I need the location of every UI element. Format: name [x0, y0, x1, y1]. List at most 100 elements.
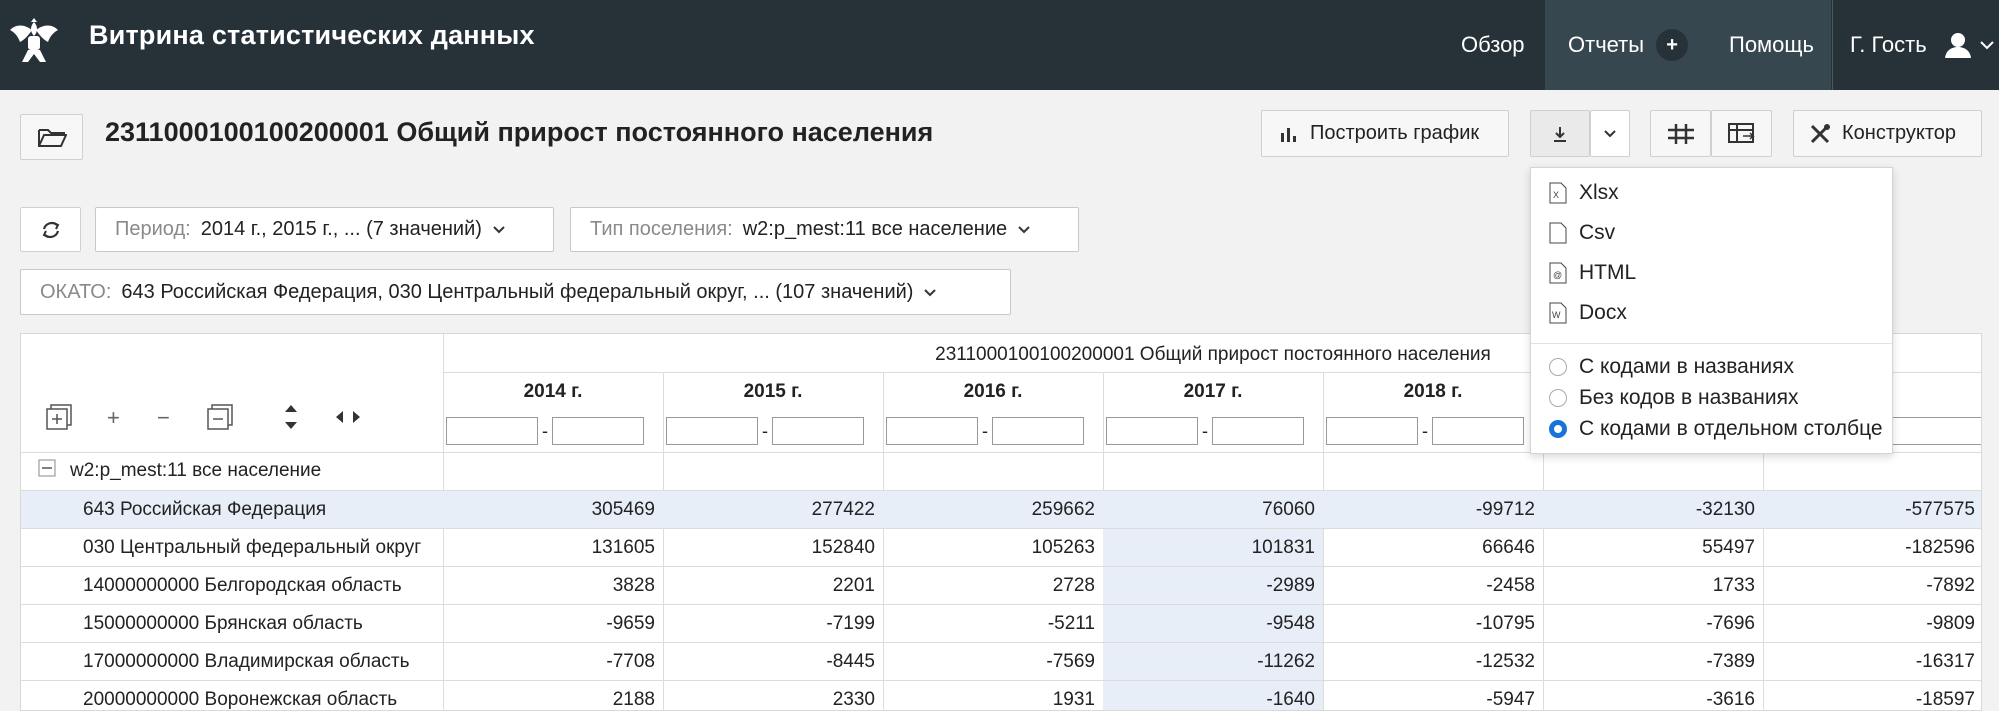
table-cell[interactable]: 2330 [663, 689, 875, 710]
table-cell[interactable]: -2458 [1323, 575, 1535, 597]
option-no-codes[interactable]: Без кодов в названиях [1549, 386, 1799, 410]
range-from-input[interactable] [1106, 417, 1198, 445]
sort-horizontal-icon[interactable] [333, 409, 363, 425]
table-cell[interactable]: 2201 [663, 575, 875, 597]
settlement-type-filter[interactable]: Тип поселения: w2:p_mest:11 все населени… [570, 207, 1079, 252]
table-cell[interactable]: 66646 [1323, 537, 1535, 559]
table-cell[interactable]: 1733 [1543, 575, 1755, 597]
period-filter[interactable]: Период: 2014 г., 2015 г., ... (7 значени… [95, 207, 554, 252]
table-cell[interactable]: -7696 [1543, 613, 1755, 635]
table-cell[interactable]: -18597 [1763, 689, 1975, 710]
range-to-input[interactable] [992, 417, 1084, 445]
table-cell[interactable]: 101831 [1103, 537, 1315, 559]
grid-settings-button[interactable] [1650, 110, 1711, 157]
export-docx-item[interactable]: W Docx [1549, 301, 1627, 325]
table-cell[interactable]: -7892 [1763, 575, 1975, 597]
refresh-button[interactable] [20, 207, 81, 252]
user-menu[interactable]: Г. Гость [1832, 0, 1999, 90]
option-codes-separate-column[interactable]: С кодами в отдельном столбце [1549, 417, 1883, 441]
table-cell[interactable]: -99712 [1323, 499, 1535, 521]
collapse-group-icon[interactable] [38, 459, 56, 477]
table-cell[interactable]: -7708 [443, 651, 655, 673]
table-cell[interactable]: -16317 [1763, 651, 1975, 673]
table-cell[interactable]: 259662 [883, 499, 1095, 521]
table-cell[interactable]: 76060 [1103, 499, 1315, 521]
table-cell[interactable]: -7569 [883, 651, 1095, 673]
collapse-all-icon[interactable] [207, 404, 233, 430]
table-cell[interactable]: 152840 [663, 537, 875, 559]
range-from-input[interactable] [1326, 417, 1418, 445]
range-to-input[interactable] [772, 417, 864, 445]
table-cell[interactable]: -5211 [883, 613, 1095, 635]
open-folder-button[interactable] [20, 114, 83, 160]
table-row[interactable]: 14000000000 Белгородская область 3828 2201… [21, 566, 1981, 605]
table-cell[interactable]: -7389 [1543, 651, 1755, 673]
export-csv-item[interactable]: Csv [1549, 221, 1615, 245]
table-cell[interactable]: -577575 [1763, 499, 1975, 521]
table-cell[interactable]: -11262 [1103, 651, 1315, 673]
table-cell[interactable]: 2188 [443, 689, 655, 710]
export-html-item[interactable]: @ HTML [1549, 261, 1636, 285]
table-cell[interactable]: 105263 [883, 537, 1095, 559]
nav-overview[interactable]: Обзор [1461, 0, 1525, 90]
top-navigation-bar: Витрина статистических данных Обзор Отче… [0, 0, 1999, 90]
range-to-input[interactable] [1212, 417, 1304, 445]
nav-help[interactable]: Помощь [1729, 0, 1814, 90]
option-codes-in-names[interactable]: С кодами в названиях [1549, 355, 1794, 379]
table-row[interactable]: 20000000000 Воронежская область 2188 2330 1… [21, 680, 1981, 710]
chevron-down-icon [1979, 41, 1994, 50]
export-xlsx-item[interactable]: X Xlsx [1549, 181, 1619, 205]
download-format-dropdown-button[interactable] [1590, 110, 1630, 157]
table-cell[interactable]: -9548 [1103, 613, 1315, 635]
build-chart-button[interactable]: Построить график [1261, 110, 1509, 157]
download-button[interactable] [1530, 110, 1590, 157]
transpose-button[interactable] [1711, 110, 1772, 157]
table-cell[interactable]: -8445 [663, 651, 875, 673]
range-from-input[interactable] [446, 417, 538, 445]
table-cell[interactable]: 2728 [883, 575, 1095, 597]
radio-no-codes[interactable] [1549, 389, 1567, 407]
table-cell[interactable]: -5947 [1323, 689, 1535, 710]
table-cell[interactable]: -7199 [663, 613, 875, 635]
radio-codes-in-names[interactable] [1549, 358, 1567, 376]
table-cell[interactable]: -12532 [1323, 651, 1535, 673]
range-to-input[interactable] [1432, 417, 1524, 445]
table-cell[interactable]: 277422 [663, 499, 875, 521]
range-from-input[interactable] [666, 417, 758, 445]
table-cell[interactable]: 1931 [883, 689, 1095, 710]
okato-filter-label: ОКАТО: [40, 280, 112, 303]
table-cell[interactable]: 55497 [1543, 537, 1755, 559]
range-to-input[interactable] [552, 417, 644, 445]
table-cell[interactable]: -182596 [1763, 537, 1975, 559]
table-row[interactable]: 643 Российская Федерация 305469 277422 2596… [21, 490, 1981, 529]
emblem-logo-icon[interactable] [6, 12, 62, 68]
collapse-level-button[interactable]: − [157, 405, 170, 431]
table-cell[interactable]: -9659 [443, 613, 655, 635]
page-title: 2311000100100200001 Общий прирост постоя… [105, 117, 934, 147]
table-cell[interactable]: 3828 [443, 575, 655, 597]
sort-vertical-icon[interactable] [283, 402, 299, 432]
table-cell[interactable]: 131605 [443, 537, 655, 559]
okato-filter[interactable]: ОКАТО: 643 Российская Федерация, 030 Цен… [20, 269, 1011, 315]
range-from-input[interactable] [886, 417, 978, 445]
download-icon [1554, 126, 1566, 142]
table-cell[interactable]: -2989 [1103, 575, 1315, 597]
table-cell[interactable]: -3616 [1543, 689, 1755, 710]
expand-all-icon[interactable] [46, 404, 72, 430]
row-name: 20000000000 Воронежская область [83, 689, 398, 710]
table-cell[interactable]: 305469 [443, 499, 655, 521]
table-cell[interactable]: -10795 [1323, 613, 1535, 635]
constructor-button[interactable]: Конструктор [1793, 110, 1982, 157]
add-report-button[interactable]: + [1656, 29, 1689, 61]
radio-codes-separate-column[interactable] [1549, 420, 1567, 438]
year-header: 2016 г. [963, 381, 1023, 402]
table-cell[interactable]: -1640 [1103, 689, 1315, 710]
table-cell[interactable]: -32130 [1543, 499, 1755, 521]
expand-level-button[interactable]: + [107, 405, 120, 431]
table-row[interactable]: 030 Центральный федеральный округ 131605 1… [21, 528, 1981, 567]
table-row[interactable]: 17000000000 Владимирская область -7708 -84… [21, 642, 1981, 681]
table-cell[interactable]: -9809 [1763, 613, 1975, 635]
constructor-label: Конструктор [1842, 122, 1957, 144]
table-row[interactable]: 15000000000 Брянская область -9659 -7199 -5… [21, 604, 1981, 643]
option-codes-separate-column-label: С кодами в отдельном столбце [1579, 417, 1883, 440]
